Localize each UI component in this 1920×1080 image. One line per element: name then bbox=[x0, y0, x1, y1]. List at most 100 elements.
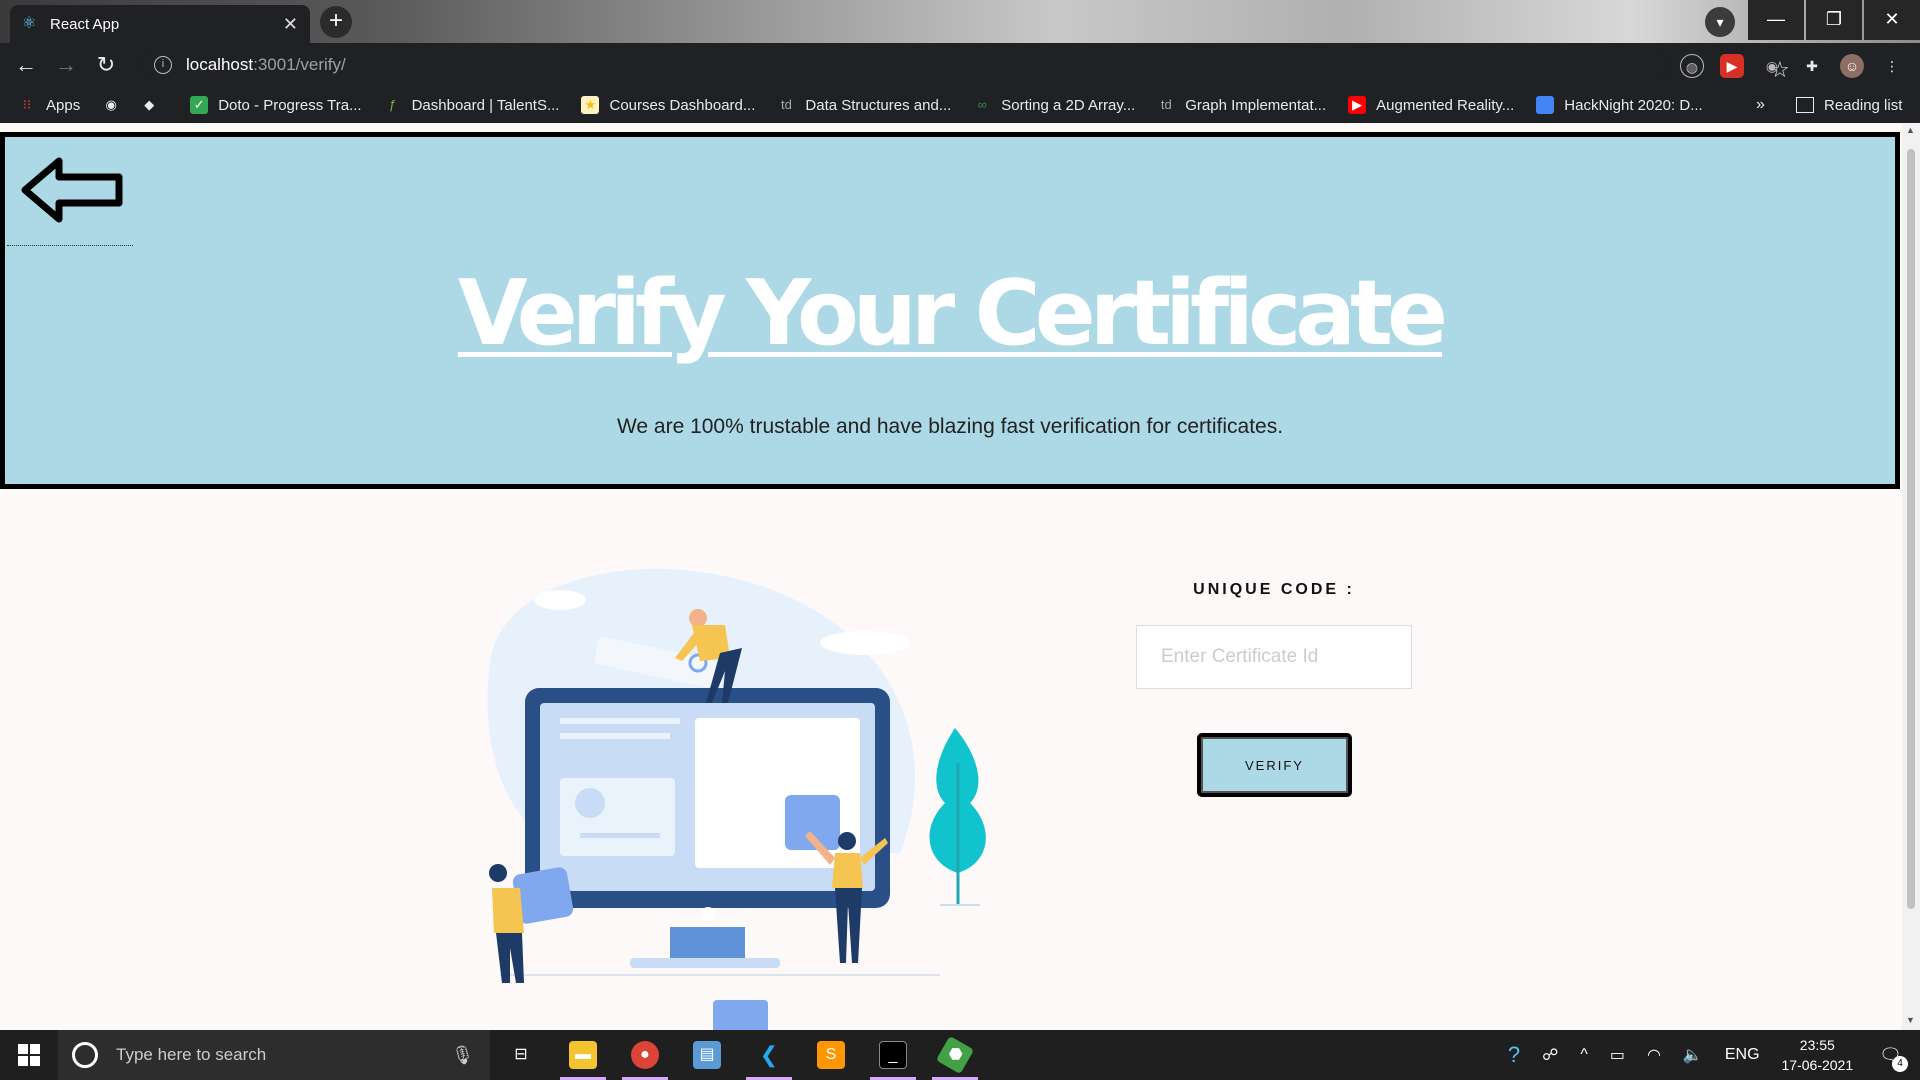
taskbar-sublime[interactable]: S bbox=[800, 1030, 862, 1080]
youtube-icon: ▶ bbox=[1348, 96, 1367, 114]
bookmark-globe[interactable]: ◉ bbox=[102, 96, 130, 114]
chrome-menu-icon[interactable]: ⋮ bbox=[1880, 54, 1904, 78]
nodejs-icon: ⬢ bbox=[935, 1035, 975, 1075]
taskbar-terminal[interactable]: _ bbox=[862, 1030, 924, 1080]
taskbar-search-box[interactable]: Type here to search 🎙 bbox=[58, 1030, 490, 1080]
task-view-button[interactable]: ⊟ bbox=[490, 1030, 552, 1080]
bookmark-apps[interactable]: ⁝⁝ Apps bbox=[18, 96, 80, 114]
more-bookmarks-icon[interactable]: » bbox=[1756, 96, 1765, 114]
people-icon[interactable]: ☍ bbox=[1542, 1045, 1558, 1065]
bookmark-sorting[interactable]: ∞ Sorting a 2D Array... bbox=[973, 96, 1136, 114]
back-arrow-icon[interactable] bbox=[17, 155, 127, 225]
bookmark-label: Doto - Progress Tra... bbox=[218, 96, 362, 114]
taskbar-vscode[interactable]: ❮ bbox=[738, 1030, 800, 1080]
browser-tab-strip: ⚛ React App ✕ + ▾ — ❐ ✕ bbox=[0, 0, 1920, 43]
file-explorer-icon: ▬ bbox=[569, 1041, 597, 1069]
taskbar-search-placeholder: Type here to search bbox=[116, 1045, 267, 1064]
reading-list-label: Reading list bbox=[1824, 96, 1903, 114]
bookmark-label: HackNight 2020: D... bbox=[1564, 96, 1703, 114]
scroll-down-icon[interactable]: ▼ bbox=[1906, 1015, 1915, 1025]
taskbar-clock[interactable]: 23:55 17-06-2021 bbox=[1782, 1035, 1854, 1075]
show-hidden-icons-chevron[interactable]: ^ bbox=[1580, 1046, 1588, 1064]
bookmark-label: Courses Dashboard... bbox=[609, 96, 756, 114]
sublime-text-icon: S bbox=[817, 1041, 845, 1069]
tab-title: React App bbox=[50, 15, 120, 33]
cortana-icon bbox=[72, 1042, 98, 1068]
bookmark-label: Sorting a 2D Array... bbox=[1001, 96, 1136, 114]
bookmarks-bar: ⁝⁝ Apps ◉ ◆ ✓ Doto - Progress Tra... ƒ D… bbox=[0, 87, 1920, 123]
forward-arrow-icon[interactable]: → bbox=[46, 52, 86, 78]
page-title: Verify Your Certificate bbox=[5, 261, 1895, 366]
bookmark-label: Data Structures and... bbox=[805, 96, 952, 114]
taskbar-file-explorer[interactable]: ▬ bbox=[552, 1030, 614, 1080]
back-link-underline bbox=[7, 245, 133, 246]
certificate-id-input[interactable] bbox=[1136, 625, 1412, 689]
help-icon[interactable]: ? bbox=[1508, 1042, 1520, 1068]
reading-list-button[interactable]: Reading list bbox=[1796, 87, 1902, 123]
profile-avatar-icon[interactable]: ☺ bbox=[1840, 54, 1864, 78]
bookmark-graph[interactable]: td Graph Implementat... bbox=[1157, 96, 1326, 114]
close-tab-icon[interactable]: ✕ bbox=[283, 14, 298, 35]
chrome-download-icon[interactable]: ▾ bbox=[1705, 7, 1735, 37]
system-tray: ? ☍ ^ ▭ ◠ 🔈 ENG 23:55 17-06-2021 🗨 4 bbox=[1508, 1030, 1920, 1080]
bookmark-diamond[interactable]: ◆ bbox=[140, 96, 168, 114]
page-scrollbar[interactable]: ▲ ▼ bbox=[1902, 123, 1920, 1030]
close-window-button[interactable]: ✕ bbox=[1864, 0, 1920, 40]
diamond-icon: ◆ bbox=[144, 97, 155, 112]
gfg-icon: ∞ bbox=[977, 97, 987, 112]
microphone-icon[interactable]: 🎙 bbox=[451, 1045, 474, 1066]
scroll-thumb[interactable] bbox=[1907, 149, 1915, 909]
volume-icon[interactable]: 🔈 bbox=[1683, 1045, 1703, 1065]
bookmark-doto[interactable]: ✓ Doto - Progress Tra... bbox=[190, 96, 362, 114]
checkmark-icon: ✓ bbox=[190, 96, 209, 114]
clock-time: 23:55 bbox=[1799, 1037, 1835, 1053]
reading-list-icon bbox=[1796, 97, 1814, 113]
url-bar[interactable]: i localhost :3001/verify/ ☆ bbox=[140, 49, 1790, 82]
bookmark-hacknight[interactable]: HackNight 2020: D... bbox=[1536, 96, 1703, 114]
bookmark-label: Apps bbox=[46, 96, 81, 114]
terminal-icon: _ bbox=[879, 1041, 907, 1069]
bookmark-label: Augmented Reality... bbox=[1376, 96, 1515, 114]
language-indicator[interactable]: ENG bbox=[1725, 1046, 1760, 1064]
site-info-icon[interactable]: i bbox=[154, 56, 172, 74]
verification-illustration bbox=[487, 568, 986, 1030]
scroll-up-icon[interactable]: ▲ bbox=[1906, 125, 1915, 135]
globe-extension-icon[interactable]: ◍ bbox=[1680, 54, 1704, 78]
page-subtitle: We are 100% trustable and have blazing f… bbox=[616, 415, 1284, 438]
unique-code-label: UNIQUE CODE : bbox=[1193, 581, 1355, 598]
photos-icon: ▤ bbox=[693, 1041, 721, 1069]
taskbar-nodejs[interactable]: ⬢ bbox=[924, 1030, 986, 1080]
url-host: localhost bbox=[186, 55, 254, 74]
task-view-icon: ⊟ bbox=[514, 1046, 528, 1063]
bookmark-talents[interactable]: ƒ Dashboard | TalentS... bbox=[384, 96, 560, 114]
taskbar-chrome[interactable]: ● bbox=[614, 1030, 676, 1080]
back-arrow-icon[interactable]: ← bbox=[6, 52, 46, 78]
battery-icon[interactable]: ▭ bbox=[1610, 1045, 1625, 1065]
camera-extension-icon[interactable]: ◉ bbox=[1760, 54, 1784, 78]
browser-tab[interactable]: ⚛ React App ✕ bbox=[10, 5, 310, 43]
td-icon: td bbox=[1160, 97, 1172, 112]
bookmark-courses[interactable]: ★ Courses Dashboard... bbox=[581, 96, 755, 114]
apps-grid-icon: ⁝⁝ bbox=[22, 97, 32, 112]
taskbar-photos[interactable]: ▤ bbox=[676, 1030, 738, 1080]
wifi-icon[interactable]: ◠ bbox=[1647, 1045, 1661, 1065]
start-button[interactable] bbox=[0, 1030, 58, 1080]
hero-banner: Verify Your Certificate We are 100% trus… bbox=[0, 132, 1900, 489]
page-title-text: Verify Your Certificate bbox=[457, 261, 1448, 366]
windows-taskbar: Type here to search 🎙 ⊟ ▬ ● ▤ ❮ S _ ⬢ ? … bbox=[0, 1030, 1920, 1080]
bookmark-augmented[interactable]: ▶ Augmented Reality... bbox=[1348, 96, 1514, 114]
vscode-icon: ❮ bbox=[759, 1042, 779, 1067]
globe-icon: ◉ bbox=[105, 97, 117, 112]
bookmark-blue-icon bbox=[1536, 96, 1555, 114]
react-logo-icon: ⚛ bbox=[22, 15, 37, 32]
restore-button[interactable]: ❐ bbox=[1806, 0, 1862, 40]
reload-icon[interactable]: ↻ bbox=[86, 52, 126, 78]
notification-center-icon[interactable]: 🗨 4 bbox=[1879, 1045, 1908, 1072]
bookmark-data-structures[interactable]: td Data Structures and... bbox=[777, 96, 951, 114]
notification-count: 4 bbox=[1892, 1055, 1908, 1072]
extension-red-icon[interactable]: ▶ bbox=[1720, 54, 1744, 78]
verify-button[interactable]: VERIFY bbox=[1197, 733, 1352, 797]
minimize-button[interactable]: — bbox=[1748, 0, 1804, 40]
new-tab-button[interactable]: + bbox=[320, 6, 352, 38]
puzzle-extensions-icon[interactable]: ✚ bbox=[1800, 54, 1824, 78]
